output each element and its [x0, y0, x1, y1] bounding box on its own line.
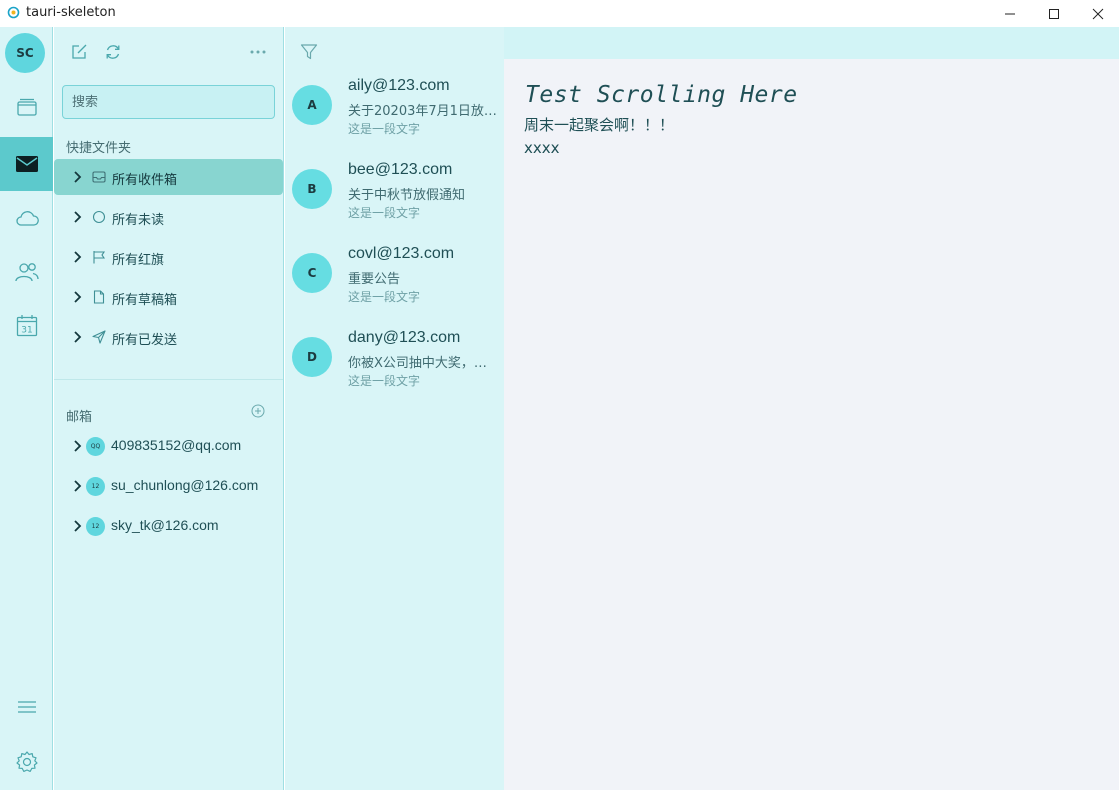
chevron-right-icon	[74, 291, 82, 303]
contacts-icon	[14, 263, 39, 282]
chevron-right-icon	[74, 440, 82, 452]
search-input[interactable]	[62, 85, 275, 119]
mail-item[interactable]: A aily@123.com 关于20203年7月1日放假通知 这是一段文字	[285, 77, 504, 169]
circle-icon	[92, 210, 106, 224]
chevron-right-icon	[74, 251, 82, 263]
chevron-right-icon	[74, 480, 82, 492]
settings-icon	[15, 751, 38, 772]
filter-icon[interactable]	[300, 43, 318, 61]
mail-sender: dany@123.com	[348, 329, 461, 346]
account-item-qq[interactable]: QQ 409835152@qq.com	[54, 430, 283, 462]
close-icon	[1092, 8, 1104, 19]
rail-item-inbox-stack[interactable]	[0, 80, 53, 134]
mail-item[interactable]: D dany@123.com 你被X公司抽中大奖，请查收 这是一段文字	[285, 329, 504, 421]
minimize-button[interactable]	[987, 0, 1033, 27]
folder-item-all-unread[interactable]: 所有未读	[54, 199, 283, 235]
calendar-day-label: 31	[21, 326, 32, 336]
folder-item-all-drafts[interactable]: 所有草稿箱	[54, 279, 283, 315]
account-badge: 12	[86, 517, 105, 536]
chevron-right-icon	[74, 520, 82, 532]
content-pane: Test Scrolling Here 周末一起聚会啊！！！ xxxx	[504, 59, 1119, 790]
close-button[interactable]	[1075, 0, 1119, 27]
mail-icon	[15, 156, 38, 172]
folder-pane: 快捷文件夹 所有收件箱 所有未读 所有红旗 所有草稿箱 所有已发送 邮箱 QQ …	[54, 27, 284, 790]
maximize-button[interactable]	[1031, 0, 1077, 27]
chevron-right-icon	[74, 171, 82, 183]
folder-label: 所有未读	[112, 213, 165, 228]
mail-subject: 重要公告	[348, 272, 401, 287]
mailbox-title: 邮箱	[66, 410, 93, 425]
folder-label: 所有已发送	[112, 333, 178, 348]
account-badge: 12	[86, 477, 105, 496]
maximize-icon	[1049, 8, 1059, 19]
add-mailbox-icon[interactable]	[251, 404, 265, 418]
compose-button[interactable]	[69, 42, 89, 62]
rail-item-contacts[interactable]	[0, 245, 53, 299]
window-title: tauri-skeleton	[26, 5, 116, 20]
account-item-126-su[interactable]: 12 su_chunlong@126.com	[54, 470, 283, 502]
content-title: Test Scrolling Here	[525, 82, 798, 108]
mail-preview: 这是一段文字	[348, 374, 421, 388]
mail-list: A aily@123.com 关于20203年7月1日放假通知 这是一段文字 B…	[285, 27, 504, 790]
content-header	[504, 27, 1119, 59]
compose-icon	[72, 44, 87, 59]
chevron-right-icon	[74, 211, 82, 223]
folder-item-all-inbox[interactable]: 所有收件箱	[54, 159, 283, 195]
inbox-icon	[92, 171, 106, 183]
rail-item-mail[interactable]	[0, 137, 53, 191]
user-avatar[interactable]: SC	[5, 33, 45, 73]
account-label: sky_tk@126.com	[111, 517, 219, 533]
sender-avatar: B	[292, 169, 332, 209]
inbox-stack-icon	[16, 98, 37, 116]
folder-item-all-flagged[interactable]: 所有红旗	[54, 239, 283, 275]
account-label: su_chunlong@126.com	[111, 477, 259, 493]
cloud-icon	[15, 211, 39, 226]
sender-avatar: A	[292, 85, 332, 125]
mail-sender: aily@123.com	[348, 77, 450, 94]
folder-label: 所有收件箱	[112, 173, 178, 188]
menu-icon	[17, 701, 36, 713]
mail-sender: bee@123.com	[348, 161, 453, 178]
refresh-icon	[106, 45, 120, 59]
rail-item-cloud[interactable]	[0, 191, 53, 245]
sender-avatar: D	[292, 337, 332, 377]
mail-sender: covl@123.com	[348, 245, 455, 262]
sender-avatar: C	[292, 253, 332, 293]
mail-item[interactable]: B bee@123.com 关于中秋节放假通知 这是一段文字	[285, 161, 504, 253]
mail-subject: 关于中秋节放假通知	[348, 188, 466, 203]
folder-label: 所有红旗	[112, 253, 165, 268]
mail-item[interactable]: C covl@123.com 重要公告 这是一段文字	[285, 245, 504, 337]
content-text: xxxx	[524, 139, 560, 157]
more-button[interactable]	[248, 42, 268, 62]
account-label: 409835152@qq.com	[111, 437, 242, 453]
send-icon	[92, 330, 106, 344]
settings-button[interactable]	[0, 735, 53, 789]
chevron-right-icon	[74, 331, 82, 343]
refresh-button[interactable]	[103, 42, 123, 62]
mail-preview: 这是一段文字	[348, 290, 421, 304]
mail-preview: 这是一段文字	[348, 122, 421, 136]
account-badge: QQ	[86, 437, 105, 456]
more-icon	[250, 50, 266, 54]
content-text: 周末一起聚会啊！！！	[524, 116, 675, 134]
mail-subject: 你被X公司抽中大奖，请查收	[348, 356, 498, 371]
calendar-icon: 31	[16, 315, 37, 337]
flag-icon	[93, 251, 106, 264]
section-divider	[54, 379, 283, 380]
menu-button[interactable]	[0, 680, 53, 734]
quick-folders-title: 快捷文件夹	[66, 141, 132, 156]
folder-item-all-sent[interactable]: 所有已发送	[54, 319, 283, 355]
account-item-126-sky[interactable]: 12 sky_tk@126.com	[54, 510, 283, 542]
minimize-icon	[1005, 13, 1015, 14]
title-bar: tauri-skeleton	[0, 0, 1119, 27]
mail-preview: 这是一段文字	[348, 206, 421, 220]
folder-label: 所有草稿箱	[112, 293, 178, 308]
tauri-logo-icon	[7, 6, 20, 19]
draft-icon	[93, 290, 105, 304]
mail-subject: 关于20203年7月1日放假通知	[348, 104, 498, 119]
icon-rail: SC 31	[0, 27, 53, 790]
rail-item-calendar[interactable]: 31	[0, 299, 53, 353]
